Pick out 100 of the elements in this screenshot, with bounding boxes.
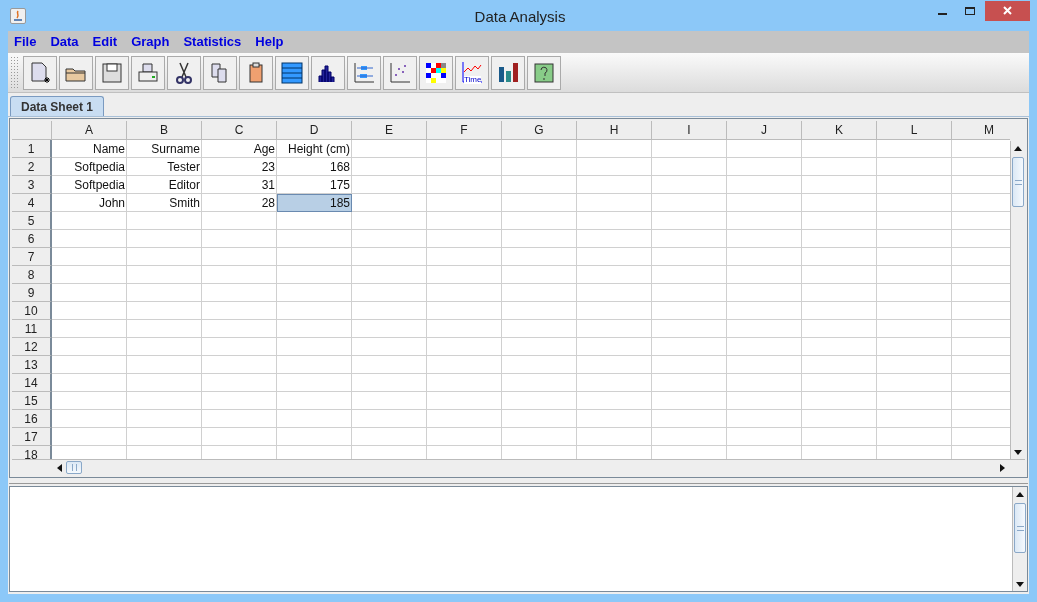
- table-cell[interactable]: [127, 284, 202, 302]
- table-cell[interactable]: [127, 212, 202, 230]
- table-cell[interactable]: [727, 302, 802, 320]
- table-cell[interactable]: [502, 248, 577, 266]
- table-cell[interactable]: [577, 356, 652, 374]
- table-cell[interactable]: [127, 302, 202, 320]
- table-cell[interactable]: [652, 194, 727, 212]
- table-cell[interactable]: [352, 320, 427, 338]
- column-header[interactable]: C: [202, 121, 277, 140]
- table-cell[interactable]: [352, 176, 427, 194]
- table-cell[interactable]: [427, 428, 502, 446]
- column-header[interactable]: B: [127, 121, 202, 140]
- table-cell[interactable]: [277, 428, 352, 446]
- toolbar-button[interactable]: [167, 55, 201, 90]
- app-icon[interactable]: [10, 7, 26, 24]
- table-cell[interactable]: Height (cm): [277, 140, 352, 158]
- table-cell[interactable]: [277, 392, 352, 410]
- table-cell[interactable]: [577, 428, 652, 446]
- table-cell[interactable]: [427, 302, 502, 320]
- table-cell[interactable]: [502, 176, 577, 194]
- table-cell[interactable]: [577, 392, 652, 410]
- row-header[interactable]: 16: [12, 410, 52, 428]
- table-cell[interactable]: [727, 176, 802, 194]
- table-cell[interactable]: [202, 284, 277, 302]
- table-cell[interactable]: John: [52, 194, 127, 212]
- table-cell[interactable]: Softpedia: [52, 158, 127, 176]
- row-header[interactable]: 2: [12, 158, 52, 176]
- table-cell[interactable]: [352, 356, 427, 374]
- row-header[interactable]: 9: [12, 284, 52, 302]
- toolbar-button[interactable]: [419, 55, 453, 90]
- table-cell[interactable]: [427, 374, 502, 392]
- table-cell[interactable]: [877, 140, 952, 158]
- table-cell[interactable]: [502, 212, 577, 230]
- row-header[interactable]: 5: [12, 212, 52, 230]
- table-cell[interactable]: [202, 392, 277, 410]
- table-cell[interactable]: [202, 338, 277, 356]
- table-cell[interactable]: [802, 428, 877, 446]
- table-cell[interactable]: [727, 194, 802, 212]
- table-cell[interactable]: [652, 356, 727, 374]
- table-cell[interactable]: [877, 392, 952, 410]
- table-cell[interactable]: [802, 410, 877, 428]
- table-cell[interactable]: [352, 338, 427, 356]
- table-cell[interactable]: Surname: [127, 140, 202, 158]
- table-cell[interactable]: Editor: [127, 176, 202, 194]
- menu-item[interactable]: File: [14, 32, 37, 52]
- table-cell[interactable]: [577, 140, 652, 158]
- sheet-tab[interactable]: Data Sheet 1: [10, 96, 105, 116]
- table-cell[interactable]: [802, 356, 877, 374]
- table-cell[interactable]: [502, 374, 577, 392]
- table-cell[interactable]: [577, 302, 652, 320]
- table-cell[interactable]: [802, 230, 877, 248]
- table-cell[interactable]: [727, 338, 802, 356]
- row-header[interactable]: 8: [12, 266, 52, 284]
- table-cell[interactable]: [502, 320, 577, 338]
- menu-item[interactable]: Data: [50, 32, 79, 52]
- row-header[interactable]: 10: [12, 302, 52, 320]
- table-cell[interactable]: [127, 374, 202, 392]
- toolbar-button[interactable]: [311, 55, 345, 90]
- table-cell[interactable]: [352, 284, 427, 302]
- table-cell[interactable]: [802, 248, 877, 266]
- table-cell[interactable]: [352, 410, 427, 428]
- table-cell[interactable]: [727, 392, 802, 410]
- table-cell[interactable]: [427, 230, 502, 248]
- table-cell[interactable]: [52, 266, 127, 284]
- table-cell[interactable]: Name: [52, 140, 127, 158]
- table-cell[interactable]: [577, 176, 652, 194]
- row-header[interactable]: 17: [12, 428, 52, 446]
- table-cell[interactable]: [52, 374, 127, 392]
- table-cell[interactable]: [802, 374, 877, 392]
- column-header[interactable]: G: [502, 121, 577, 140]
- column-header[interactable]: H: [577, 121, 652, 140]
- table-cell[interactable]: [202, 302, 277, 320]
- column-header[interactable]: J: [727, 121, 802, 140]
- toolbar-button[interactable]: [491, 55, 525, 90]
- table-cell[interactable]: [352, 158, 427, 176]
- table-cell[interactable]: [202, 212, 277, 230]
- table-cell[interactable]: [352, 140, 427, 158]
- table-cell[interactable]: [127, 320, 202, 338]
- row-header[interactable]: 11: [12, 320, 52, 338]
- table-cell[interactable]: [127, 338, 202, 356]
- table-cell[interactable]: [652, 338, 727, 356]
- table-cell[interactable]: [277, 230, 352, 248]
- table-cell[interactable]: [652, 428, 727, 446]
- table-cell[interactable]: [52, 338, 127, 356]
- toolbar-button[interactable]: Time: [455, 55, 489, 90]
- menu-item[interactable]: Statistics: [183, 32, 242, 52]
- table-cell[interactable]: [52, 392, 127, 410]
- row-header[interactable]: 15: [12, 392, 52, 410]
- scroll-thumb[interactable]: [1014, 503, 1026, 553]
- table-cell[interactable]: [277, 356, 352, 374]
- table-cell[interactable]: [127, 230, 202, 248]
- table-cell[interactable]: [727, 410, 802, 428]
- table-cell[interactable]: [652, 284, 727, 302]
- table-cell[interactable]: [877, 374, 952, 392]
- table-cell[interactable]: [652, 140, 727, 158]
- table-cell[interactable]: [577, 410, 652, 428]
- table-cell[interactable]: [652, 176, 727, 194]
- toolbar-grip[interactable]: [10, 55, 18, 90]
- table-cell[interactable]: [127, 410, 202, 428]
- table-cell[interactable]: [502, 428, 577, 446]
